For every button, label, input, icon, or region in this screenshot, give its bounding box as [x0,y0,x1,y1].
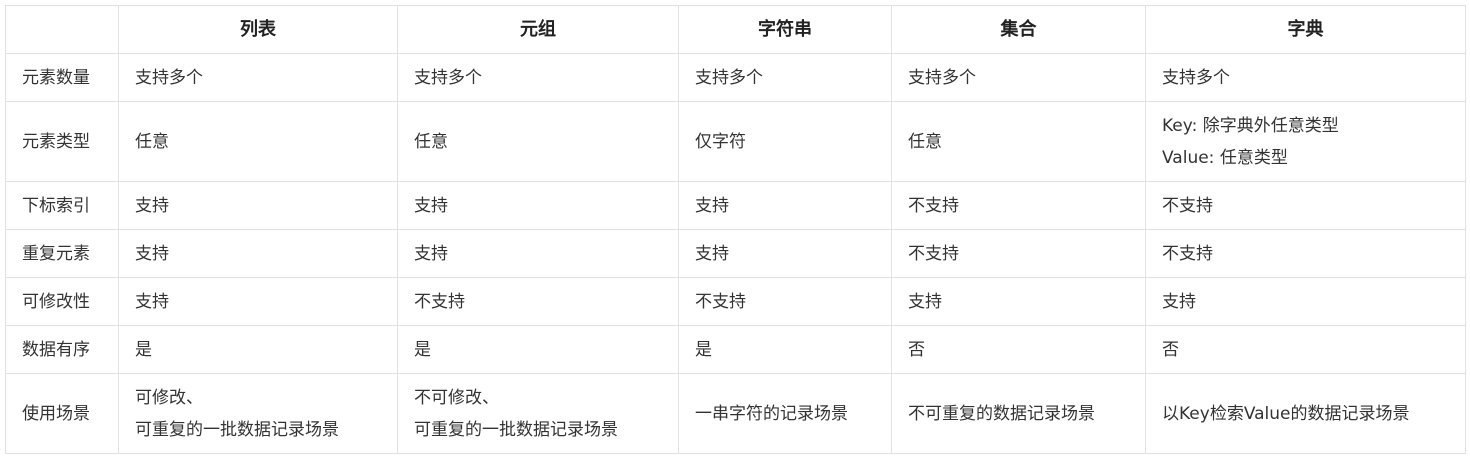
cell-text: 不支持 [908,195,959,216]
cell-text: 支持 [135,195,169,216]
table-cell: 任意 [891,101,1146,182]
cell-text: 不支持 [908,243,959,264]
table-cell: 不支持 [891,229,1146,278]
table-cell: 支持多个 [1145,53,1466,102]
cell-text-line-1: 不可修改、 [414,387,499,408]
cell-text: 支持 [414,243,448,264]
cell-text-line-2: Value: 任意类型 [1162,147,1288,168]
table-row: 元素数量 支持多个 支持多个 支持多个 支持多个 支持多个 [5,53,1466,102]
row-label: 数据有序 [5,325,119,374]
table-cell: 支持 [118,277,398,326]
table-cell: 支持 [1145,277,1466,326]
header-cell-tuple: 元组 [397,5,679,54]
table-row: 重复元素 支持 支持 支持 不支持 不支持 [5,229,1466,278]
row-label: 重复元素 [5,229,119,278]
comparison-table: 列表 元组 字符串 集合 字典 元素数量 支持多个 支持多个 支持多个 支持多个… [5,5,1466,454]
cell-text: 支持多个 [695,67,763,88]
header-cell-corner [5,5,119,54]
row-label: 可修改性 [5,277,119,326]
cell-text-line-1: Key: 除字典外任意类型 [1162,115,1339,136]
table-cell: 不可重复的数据记录场景 [891,373,1146,454]
row-label: 元素类型 [5,101,119,182]
table-cell: 可修改、 可重复的一批数据记录场景 [118,373,398,454]
table-cell: 支持 [397,181,679,230]
cell-text-line-2: 可重复的一批数据记录场景 [414,419,618,440]
table-cell: 否 [1145,325,1466,374]
cell-text: 支持 [414,195,448,216]
cell-text: 一串字符的记录场景 [695,403,848,424]
table-cell: 是 [118,325,398,374]
table-row: 可修改性 支持 不支持 不支持 支持 支持 [5,277,1466,326]
table-cell: 支持多个 [891,53,1146,102]
table-row: 使用场景 可修改、 可重复的一批数据记录场景 不可修改、 可重复的一批数据记录场… [5,373,1466,454]
table-cell: 不支持 [1145,229,1466,278]
cell-text: 任意 [908,131,942,152]
cell-text: 支持 [1162,291,1196,312]
table-cell: 以Key检索Value的数据记录场景 [1145,373,1466,454]
cell-text: 支持多个 [1162,67,1230,88]
table-header-row: 列表 元组 字符串 集合 字典 [5,5,1466,54]
cell-text: 支持多个 [135,67,203,88]
cell-text: 任意 [414,131,448,152]
table-cell: 不支持 [678,277,892,326]
cell-text: 支持 [695,243,729,264]
table-cell: 支持 [891,277,1146,326]
cell-text: 不支持 [695,291,746,312]
cell-text: 不支持 [1162,195,1213,216]
cell-text-line-2: 可重复的一批数据记录场景 [135,419,339,440]
cell-text: 不支持 [1162,243,1213,264]
cell-text: 不支持 [414,291,465,312]
table-row: 数据有序 是 是 是 否 否 [5,325,1466,374]
table-cell: 不支持 [397,277,679,326]
table-cell: 支持 [118,181,398,230]
cell-text: 否 [908,339,925,360]
cell-text: 以Key检索Value的数据记录场景 [1162,403,1410,424]
cell-text: 是 [414,339,431,360]
table-cell: 一串字符的记录场景 [678,373,892,454]
header-cell-set: 集合 [891,5,1146,54]
table-cell: Key: 除字典外任意类型 Value: 任意类型 [1145,101,1466,182]
cell-text: 支持 [695,195,729,216]
table-cell: 支持 [678,181,892,230]
table-row: 下标索引 支持 支持 支持 不支持 不支持 [5,181,1466,230]
table-cell: 支持 [678,229,892,278]
header-cell-dict: 字典 [1145,5,1466,54]
table-cell: 支持 [397,229,679,278]
cell-text: 不可重复的数据记录场景 [908,403,1095,424]
table-cell: 任意 [397,101,679,182]
cell-text: 支持 [135,291,169,312]
cell-text: 支持多个 [414,67,482,88]
cell-text: 任意 [135,131,169,152]
row-label: 元素数量 [5,53,119,102]
table-cell: 是 [397,325,679,374]
header-cell-string: 字符串 [678,5,892,54]
table-cell: 支持多个 [678,53,892,102]
table-row: 元素类型 任意 任意 仅字符 任意 Key: 除字典外任意类型 Value: 任… [5,101,1466,182]
cell-text: 支持多个 [908,67,976,88]
cell-text: 支持 [908,291,942,312]
comparison-table-container: 列表 元组 字符串 集合 字典 元素数量 支持多个 支持多个 支持多个 支持多个… [5,5,1466,454]
table-cell: 否 [891,325,1146,374]
header-cell-list: 列表 [118,5,398,54]
cell-text: 仅字符 [695,131,746,152]
cell-text: 否 [1162,339,1179,360]
table-cell: 任意 [118,101,398,182]
cell-text: 是 [695,339,712,360]
table-cell: 是 [678,325,892,374]
table-cell: 仅字符 [678,101,892,182]
row-label: 下标索引 [5,181,119,230]
table-cell: 不支持 [1145,181,1466,230]
cell-text: 是 [135,339,152,360]
row-label: 使用场景 [5,373,119,454]
table-cell: 不支持 [891,181,1146,230]
table-cell: 不可修改、 可重复的一批数据记录场景 [397,373,679,454]
cell-text: 支持 [135,243,169,264]
table-cell: 支持多个 [397,53,679,102]
table-cell: 支持多个 [118,53,398,102]
table-cell: 支持 [118,229,398,278]
cell-text-line-1: 可修改、 [135,387,203,408]
